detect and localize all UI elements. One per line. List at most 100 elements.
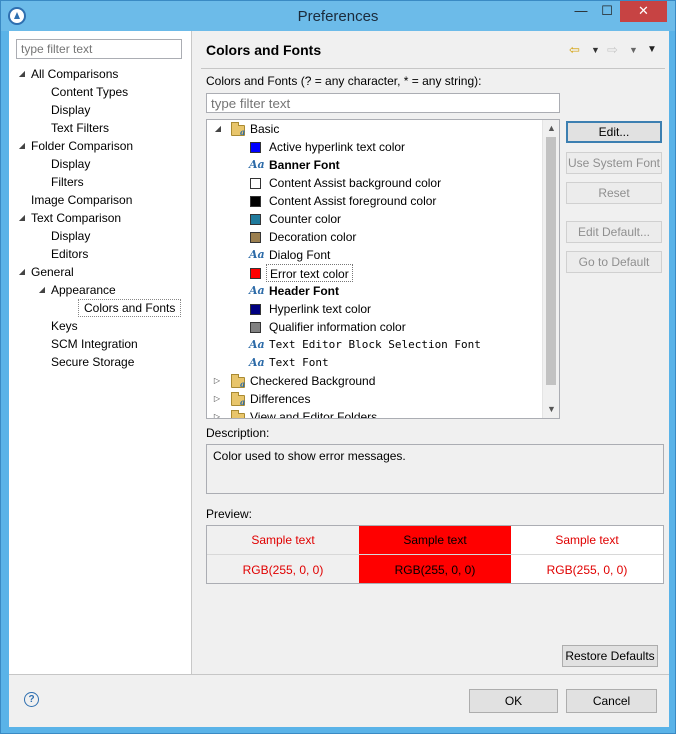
tree-item[interactable]: Text Comparison <box>31 209 121 227</box>
go-to-default-button[interactable]: Go to Default <box>566 251 662 273</box>
tree-item[interactable]: Decoration color <box>269 228 356 246</box>
tree-item[interactable]: Secure Storage <box>51 353 134 371</box>
expanded-arrow-icon[interactable]: ◢ <box>17 65 27 83</box>
tree-item[interactable]: Qualifier information color <box>269 318 406 336</box>
preview-rgb-text: RGB(255, 0, 0) <box>546 563 628 577</box>
preview-rgb-text: RGB(255, 0, 0) <box>394 563 476 577</box>
expanded-arrow-icon[interactable]: ◢ <box>17 263 27 281</box>
font-badge-icon: a <box>240 379 246 389</box>
tree-folder[interactable]: View and Editor Folders <box>250 408 377 418</box>
tree-item[interactable]: Text Filters <box>51 119 109 137</box>
tree-item[interactable]: Active hyperlink text color <box>269 138 405 156</box>
tree-item[interactable]: Image Comparison <box>31 191 132 209</box>
color-swatch-icon <box>250 196 261 207</box>
tree-item[interactable]: Content Assist background color <box>269 174 441 192</box>
font-icon: Aa <box>249 356 265 369</box>
font-icon: Aa <box>249 284 265 297</box>
color-swatch-icon <box>250 142 261 153</box>
color-swatch-icon <box>250 322 261 333</box>
expanded-arrow-icon[interactable]: ◢ <box>17 209 27 227</box>
description-box: Color used to show error messages. <box>206 444 664 494</box>
tree-folder[interactable]: Differences <box>250 390 310 408</box>
colors-fonts-page: Colors and Fonts ⇦ ▼ ⇨ ▼ ▼ Colors and Fo… <box>193 31 669 674</box>
color-swatch-icon <box>250 178 261 189</box>
tree-item[interactable]: Appearance <box>51 281 116 299</box>
header-separator <box>201 68 665 69</box>
color-swatch-icon <box>250 232 261 243</box>
tree-item[interactable]: General <box>31 263 74 281</box>
color-swatch-icon <box>250 214 261 225</box>
preview-sample-text: Sample text <box>555 533 619 547</box>
page-title: Colors and Fonts <box>206 42 322 58</box>
edit-button[interactable]: Edit... <box>566 121 662 143</box>
edit-default-button[interactable]: Edit Default... <box>566 221 662 243</box>
tree-item[interactable]: Folder Comparison <box>31 137 133 155</box>
tree-item[interactable]: SCM Integration <box>51 335 138 353</box>
tree-item[interactable]: Banner Font <box>269 156 340 174</box>
scroll-up-icon[interactable]: ▲ <box>543 120 559 137</box>
font-badge-icon: a <box>240 127 246 137</box>
forward-arrow-icon[interactable]: ⇨ <box>607 41 618 59</box>
maximize-button[interactable]: ☐ <box>594 1 620 22</box>
font-icon: Aa <box>249 158 265 171</box>
preview-sample-text: Sample text <box>251 533 315 547</box>
preference-tree-pane: ◢All ComparisonsContent TypesDisplayText… <box>9 31 192 674</box>
description-text: Color used to show error messages. <box>213 449 406 463</box>
color-swatch-icon <box>250 304 261 315</box>
tree-scrollbar[interactable]: ▲ ▼ <box>542 120 559 418</box>
minimize-button[interactable]: — <box>568 1 594 22</box>
reset-button[interactable]: Reset <box>566 182 662 204</box>
font-badge-icon: a <box>240 415 245 418</box>
tree-item[interactable]: Colors and Fonts <box>78 299 182 317</box>
preview-rgb-text: RGB(255, 0, 0) <box>242 563 324 577</box>
forward-dropdown-icon[interactable]: ▼ <box>629 41 638 59</box>
scroll-thumb[interactable] <box>546 137 556 385</box>
tree-item[interactable]: Display <box>51 227 90 245</box>
scroll-down-icon[interactable]: ▼ <box>543 401 559 418</box>
tree-folder[interactable]: Checkered Background <box>250 372 375 390</box>
tree-item[interactable]: Text Editor Block Selection Font <box>269 336 481 354</box>
preview-label: Preview: <box>206 507 253 521</box>
expanded-arrow-icon[interactable]: ◢ <box>37 281 47 299</box>
ok-button[interactable]: OK <box>469 689 558 713</box>
colors-filter-input[interactable] <box>206 93 560 113</box>
tree-item[interactable]: All Comparisons <box>31 65 118 83</box>
use-system-font-button[interactable]: Use System Font <box>566 152 662 174</box>
back-arrow-icon[interactable]: ⇦ <box>569 41 580 59</box>
tree-item[interactable]: Text Font <box>269 354 329 372</box>
close-button[interactable]: ✕ <box>620 1 667 22</box>
preview-divider <box>207 554 663 555</box>
left-filter-input[interactable] <box>16 39 182 59</box>
tree-item[interactable]: Display <box>51 155 90 173</box>
preview-panel: Sample text RGB(255, 0, 0) Sample text R… <box>206 525 664 584</box>
preview-sample-text: Sample text <box>403 533 467 547</box>
collapsed-arrow-icon[interactable]: ▷ <box>212 390 222 408</box>
cancel-button[interactable]: Cancel <box>566 689 657 713</box>
restore-defaults-button[interactable]: Restore Defaults <box>562 645 658 667</box>
tree-item[interactable]: Header Font <box>269 282 339 300</box>
tree-item[interactable]: Content Assist foreground color <box>269 192 436 210</box>
tree-item[interactable]: Editors <box>51 245 88 263</box>
tree-item[interactable]: Counter color <box>269 210 341 228</box>
back-dropdown-icon[interactable]: ▼ <box>591 41 600 59</box>
collapsed-arrow-icon[interactable]: ▷ <box>212 372 222 390</box>
tree-item[interactable]: Filters <box>51 173 84 191</box>
view-menu-icon[interactable]: ▼ <box>647 41 657 59</box>
tree-item[interactable]: Keys <box>51 317 78 335</box>
tree-item[interactable]: Content Types <box>51 83 128 101</box>
dialog-body: ◢All ComparisonsContent TypesDisplayText… <box>9 31 669 727</box>
title-bar[interactable]: Preferences — ☐ ✕ <box>1 1 675 31</box>
tree-item[interactable]: Error text color <box>266 264 353 282</box>
expanded-arrow-icon[interactable]: ◢ <box>17 137 27 155</box>
tree-folder-basic[interactable]: Basic <box>250 120 279 138</box>
tree-item[interactable]: Display <box>51 101 90 119</box>
font-icon: Aa <box>249 248 265 261</box>
tree-item[interactable]: Dialog Font <box>269 246 330 264</box>
help-icon[interactable]: ? <box>24 692 39 707</box>
footer-separator <box>9 674 669 675</box>
tree-item[interactable]: Hyperlink text color <box>269 300 371 318</box>
expanded-arrow-icon[interactable]: ◢ <box>213 120 223 138</box>
color-swatch-icon <box>250 268 261 279</box>
collapsed-arrow-icon[interactable]: ▷ <box>212 408 222 418</box>
colors-fonts-tree[interactable]: ◢ a Basic Active hyperlink text color Aa Bann… <box>206 119 560 419</box>
